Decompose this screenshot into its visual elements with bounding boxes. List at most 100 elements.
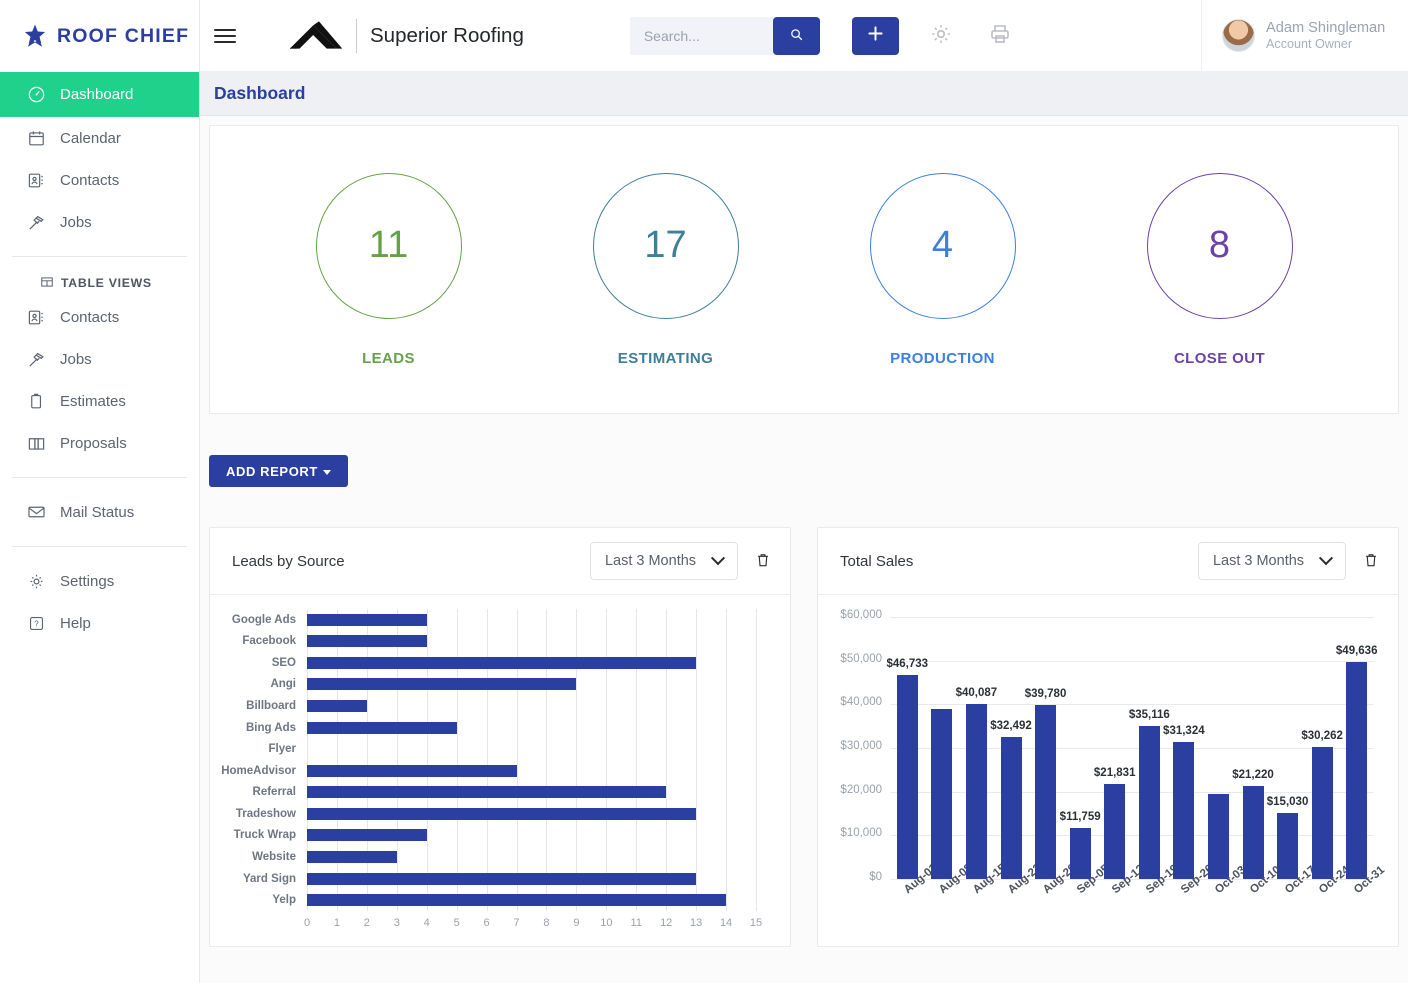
chart-bar-row: Facebook	[210, 631, 788, 653]
org-name: Superior Roofing	[370, 23, 524, 47]
delete-report-button[interactable]	[1362, 551, 1380, 572]
bar-category-label: SEO	[271, 656, 296, 669]
avatar	[1222, 19, 1255, 52]
bar-value-label: $30,262	[1301, 729, 1343, 742]
bar-value-label: $32,492	[990, 720, 1032, 733]
kpi-leads[interactable]: 11 LEADS	[315, 172, 462, 367]
bar-category-label: Flyer	[268, 743, 297, 756]
bar	[1035, 705, 1057, 879]
x-axis-tick: 1	[333, 917, 340, 929]
x-axis-tick: 15	[749, 917, 763, 929]
y-axis-tick: $10,000	[840, 827, 882, 840]
user-menu[interactable]: Adam Shingleman Account Owner	[1201, 0, 1408, 72]
bar	[307, 613, 427, 626]
chart-bar-row: SEO	[210, 652, 788, 674]
bar	[1000, 737, 1022, 879]
leads-by-source-chart: Google Ads Facebook SEO Angi Billboard Bing A…	[210, 595, 790, 946]
bar-category-label: Bing Ads	[245, 721, 296, 734]
sidebar-item-label: Jobs	[60, 213, 92, 231]
chart-bar-row: Yelp	[210, 889, 788, 911]
sidebar-item-proposals[interactable]: Proposals	[0, 422, 199, 464]
bar	[307, 872, 697, 885]
bar-category-label: Yard Sign	[242, 872, 296, 885]
hammer-icon	[27, 350, 46, 369]
hamburger-icon[interactable]	[214, 25, 236, 47]
book-icon	[27, 434, 46, 453]
sidebar-item-label: Jobs	[60, 350, 92, 368]
sidebar-item-calendar[interactable]: Calendar	[0, 117, 199, 159]
x-axis-tick: 10	[600, 917, 613, 929]
sidebar-item-jobs[interactable]: Jobs	[0, 201, 199, 243]
bar	[931, 709, 953, 879]
kpi-production[interactable]: 4 PRODUCTION	[869, 172, 1016, 367]
kpi-value: 4	[931, 224, 954, 266]
sidebar-item-table-jobs[interactable]: Jobs	[0, 338, 199, 380]
y-axis-tick: $20,000	[840, 783, 882, 796]
envelope-icon	[27, 503, 46, 522]
sidebar-item-mail-status[interactable]: Mail Status	[0, 491, 199, 533]
kpi-close-out[interactable]: 8 CLOSE OUT	[1146, 172, 1293, 367]
printer-icon	[988, 22, 1012, 49]
x-axis-tick: 0	[303, 917, 311, 929]
x-axis-tick: 4	[423, 917, 430, 929]
sidebar-item-settings[interactable]: Settings	[0, 560, 199, 602]
gauge-icon	[27, 85, 46, 104]
bar-category-label: Website	[252, 851, 296, 864]
chart-bar-row: Tradeshow	[210, 803, 788, 825]
sidebar-item-label: Mail Status	[60, 503, 135, 521]
kpi-value: 8	[1208, 224, 1231, 266]
chart-bar-row: Angi	[210, 674, 788, 696]
sidebar-item-dashboard[interactable]: Dashboard	[0, 72, 199, 117]
sidebar-item-label: Help	[60, 614, 91, 632]
chart-bar-row: Referral	[210, 782, 788, 804]
date-range-value: Last 3 Months	[604, 553, 697, 569]
bar	[896, 674, 918, 879]
delete-report-button[interactable]	[754, 551, 772, 572]
date-range-select[interactable]: Last 3 Months	[1198, 542, 1346, 580]
sidebar-item-help[interactable]: ? Help	[0, 602, 199, 644]
bar-value-label: $49,636	[1335, 645, 1378, 658]
bar	[1277, 813, 1299, 879]
report-toolbar: ADD REPORT	[209, 455, 1399, 487]
x-axis-tick: 14	[719, 917, 733, 929]
print-button[interactable]	[983, 19, 1017, 53]
chart-bar-row: Google Ads	[210, 609, 788, 631]
kpi-estimating[interactable]: 17 ESTIMATING	[592, 172, 739, 367]
brand-logo[interactable]: ROOF CHIEF	[0, 0, 199, 72]
kpi-label: CLOSE OUT	[1173, 349, 1266, 367]
gear-icon	[929, 22, 953, 49]
report-header: Leads by Source Last 3 Months	[210, 528, 790, 595]
bar	[307, 678, 577, 691]
gridline	[890, 748, 1374, 749]
add-button[interactable]	[851, 16, 899, 55]
user-name: Adam Shingleman	[1266, 19, 1386, 36]
report-header: Total Sales Last 3 Months	[818, 528, 1398, 595]
sidebar-item-contacts[interactable]: Contacts	[0, 159, 199, 201]
bar-value-label: $39,780	[1024, 688, 1067, 701]
bar	[1311, 746, 1333, 879]
bar-category-label: Truck Wrap	[233, 829, 296, 842]
x-axis-tick: 3	[393, 917, 400, 929]
sidebar-item-estimates[interactable]: Estimates	[0, 380, 199, 422]
settings-button[interactable]	[924, 19, 958, 53]
bar-value-label: $35,116	[1128, 708, 1170, 721]
divider	[12, 477, 187, 478]
search-button[interactable]	[772, 16, 820, 55]
bar-value-label: $21,220	[1232, 769, 1274, 782]
trash-icon	[1362, 553, 1380, 572]
date-range-select[interactable]: Last 3 Months	[590, 542, 738, 580]
date-range-value: Last 3 Months	[1212, 553, 1305, 569]
bar	[307, 721, 457, 734]
svg-text:?: ?	[34, 619, 39, 628]
add-report-button[interactable]: ADD REPORT	[209, 455, 348, 487]
bar	[307, 786, 667, 799]
search-input[interactable]	[629, 16, 773, 55]
bar	[965, 703, 987, 879]
x-axis-tick: 7	[513, 917, 520, 929]
sidebar-item-table-contacts[interactable]: Contacts	[0, 296, 199, 338]
kpi-value: 17	[644, 224, 687, 266]
kpi-circle: 17	[592, 172, 739, 319]
chart-bar-row: Flyer	[210, 738, 788, 760]
search-icon	[789, 27, 804, 45]
gear-icon	[27, 572, 46, 591]
